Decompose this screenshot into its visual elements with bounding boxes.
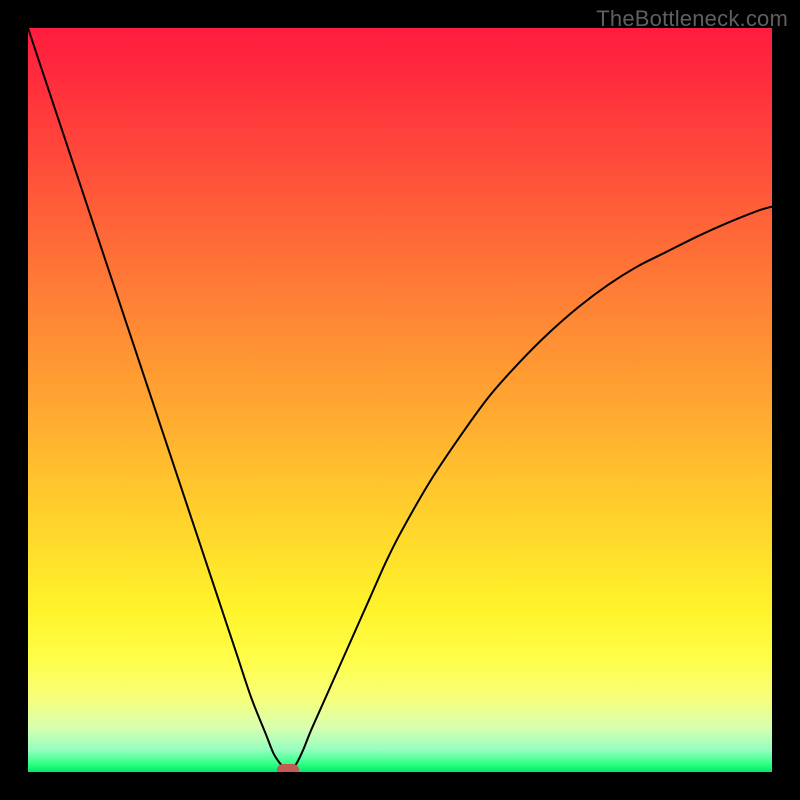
watermark-text: TheBottleneck.com [596, 6, 788, 32]
plot-area [28, 28, 772, 772]
bottleneck-curve [28, 28, 772, 772]
chart-frame: TheBottleneck.com [0, 0, 800, 800]
minimum-marker [277, 764, 299, 772]
